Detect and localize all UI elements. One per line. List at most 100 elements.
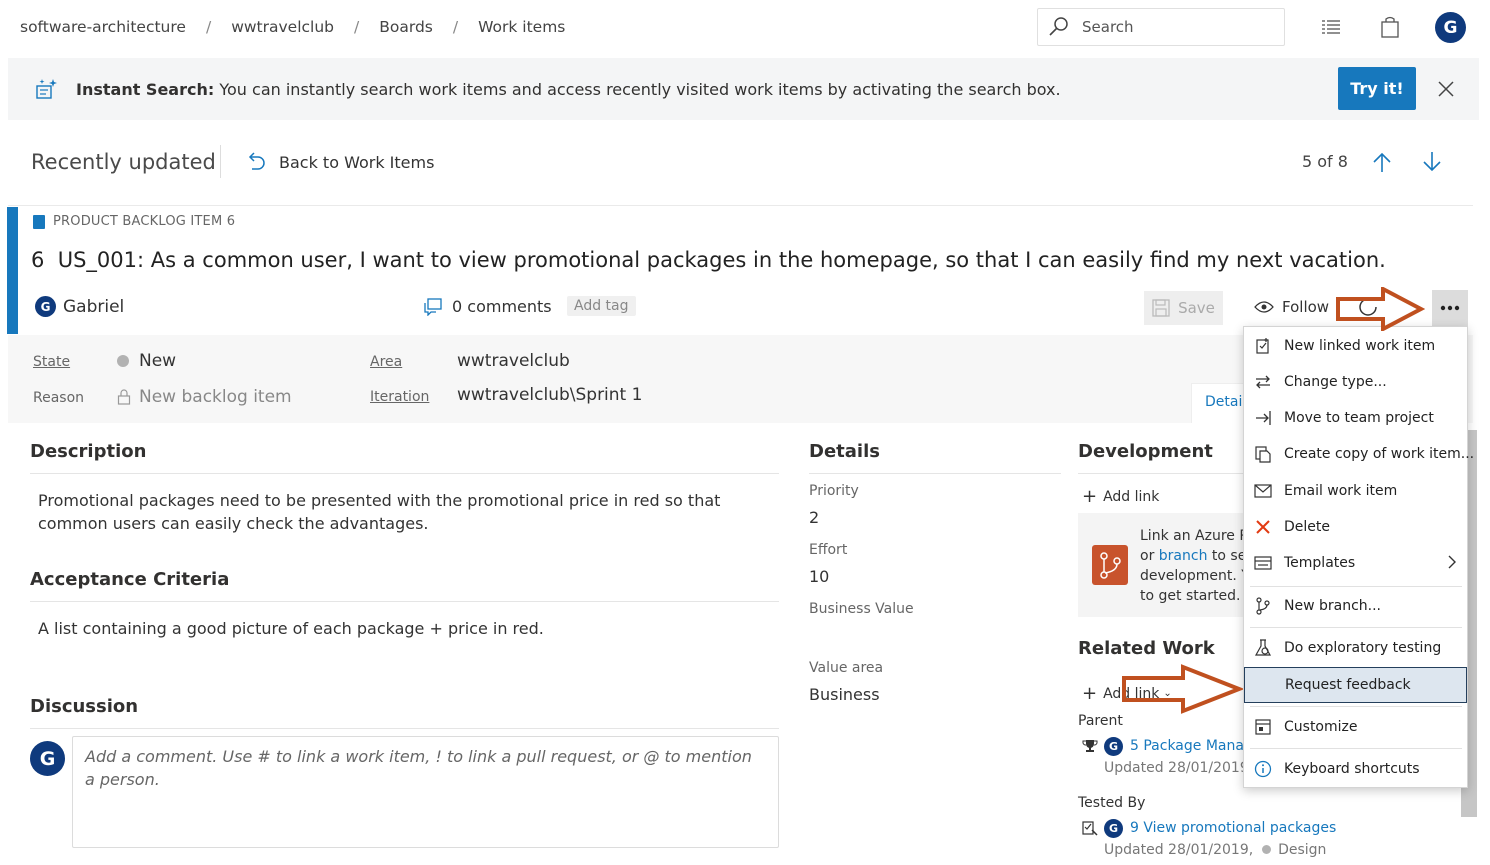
menu-item-new-branch[interactable]: New branch... <box>1244 588 1467 624</box>
arrow-down-icon[interactable] <box>1421 151 1443 173</box>
value-area-value[interactable]: Business <box>809 685 880 704</box>
description-text[interactable]: Promotional packages need to be presente… <box>38 489 778 535</box>
trophy-icon <box>1082 738 1098 758</box>
menu-item-label: Move to team project <box>1284 410 1434 426</box>
discussion-title: Discussion <box>30 696 139 717</box>
marketplace-icon[interactable] <box>1377 14 1403 40</box>
acceptance-criteria-text[interactable]: A list containing a good picture of each… <box>38 617 778 640</box>
menu-item-move-to-team-project[interactable]: Move to team project <box>1244 400 1467 436</box>
menu-divider <box>1250 627 1462 628</box>
area-value[interactable]: wwtravelclub <box>457 351 570 371</box>
menu-item-request-feedback[interactable]: Request feedback <box>1244 667 1467 703</box>
state-dot-icon <box>1261 845 1271 854</box>
user-avatar[interactable]: G <box>1435 12 1466 43</box>
development-help-text: Link an Azure R or branch to se developm… <box>1140 526 1250 606</box>
close-icon[interactable] <box>1434 77 1458 101</box>
menu-divider <box>1250 748 1462 749</box>
menu-item-label: Customize <box>1284 719 1358 735</box>
assignee[interactable]: G Gabriel <box>35 296 124 317</box>
item-position: 5 of 8 <box>1302 152 1348 171</box>
tested-by-work-item-link[interactable]: 9 View promotional packages <box>1130 820 1336 836</box>
comments-link[interactable]: 0 comments <box>423 297 552 316</box>
acceptance-criteria-title: Acceptance Criteria <box>30 569 230 590</box>
menu-item-templates[interactable]: Templates <box>1244 545 1467 581</box>
follow-button[interactable]: Follow <box>1254 298 1329 316</box>
repo-branch-icon <box>1092 545 1128 585</box>
comments-count: 0 comments <box>452 297 552 316</box>
menu-item-email-work-item[interactable]: Email work item <box>1244 473 1467 509</box>
menu-item-delete[interactable]: Delete <box>1244 509 1467 545</box>
lock-icon <box>117 389 131 409</box>
back-to-work-items-link[interactable]: Back to Work Items <box>245 151 434 173</box>
menu-item-new-linked-work-item[interactable]: New linked work item <box>1244 328 1467 364</box>
breadcrumb-boards[interactable]: Boards <box>379 18 433 36</box>
priority-value[interactable]: 2 <box>809 508 819 527</box>
chevron-right-icon <box>1447 554 1457 574</box>
sparkle-search-icon <box>34 78 58 104</box>
development-add-link[interactable]: + Add link <box>1082 486 1159 507</box>
banner-title: Instant Search: <box>76 80 215 99</box>
save-icon <box>1152 299 1170 317</box>
avatar: G <box>35 296 56 317</box>
breadcrumb-project[interactable]: software-architecture <box>20 18 186 36</box>
breadcrumb-separator: / <box>354 18 360 36</box>
work-item-type: PRODUCT BACKLOG ITEM 6 <box>33 214 235 229</box>
annotation-arrow-icon <box>1336 287 1425 331</box>
eye-icon <box>1254 301 1274 313</box>
parent-work-item-link[interactable]: 5 Package Manag <box>1130 738 1253 754</box>
menu-item-customize[interactable]: Customize <box>1244 709 1467 745</box>
delete-icon <box>1254 518 1272 536</box>
branch-link[interactable]: branch <box>1159 548 1208 564</box>
new-linked-icon <box>1254 337 1272 355</box>
related-work-title: Related Work <box>1078 638 1215 659</box>
breadcrumb: software-architecture / wwtravelclub / B… <box>20 18 565 36</box>
email-icon <box>1254 482 1272 500</box>
work-item-id: 6 <box>31 248 45 272</box>
breadcrumb-work-items[interactable]: Work items <box>478 18 565 36</box>
menu-item-change-type[interactable]: Change type... <box>1244 364 1467 400</box>
move-icon <box>1254 409 1272 427</box>
avatar: G <box>1104 737 1123 756</box>
effort-value[interactable]: 10 <box>809 567 829 586</box>
iteration-value[interactable]: wwtravelclub\Sprint 1 <box>457 385 642 405</box>
tested-by-state: Design <box>1278 842 1327 858</box>
state-value[interactable]: New <box>139 351 176 371</box>
copy-icon <box>1254 445 1272 463</box>
save-label: Save <box>1178 299 1215 317</box>
follow-label: Follow <box>1282 298 1330 316</box>
annotation-arrow-icon <box>1122 664 1243 714</box>
arrow-up-icon[interactable] <box>1371 151 1393 173</box>
change-type-icon <box>1254 373 1272 391</box>
try-it-button[interactable]: Try it! <box>1338 67 1416 110</box>
reason-value: New backlog item <box>139 387 292 407</box>
development-line-1: Link an Azure R <box>1140 528 1250 544</box>
business-value-label: Business Value <box>809 601 914 617</box>
menu-item-label: Delete <box>1284 519 1330 535</box>
search-input[interactable]: Search <box>1037 8 1285 46</box>
add-tag-button[interactable]: Add tag <box>567 296 636 316</box>
banner-message: Instant Search: You can instantly search… <box>76 80 1061 99</box>
comment-input[interactable]: Add a comment. Use # to link a work item… <box>72 736 779 848</box>
effort-label: Effort <box>809 542 848 558</box>
work-item-title-text: US_001: As a common user, I want to view… <box>57 248 1386 272</box>
development-add-link-label: Add link <box>1103 488 1160 505</box>
menu-item-exploratory-testing[interactable]: Do exploratory testing <box>1244 630 1467 666</box>
parent-label: Parent <box>1078 713 1123 729</box>
save-button[interactable]: Save <box>1144 291 1223 325</box>
development-line-3: development. Y <box>1140 568 1250 584</box>
menu-item-label: New linked work item <box>1284 338 1436 354</box>
development-line-4: to get started. <box>1140 588 1241 604</box>
breadcrumb-team[interactable]: wwtravelclub <box>231 18 334 36</box>
menu-item-create-copy[interactable]: Create copy of work item... <box>1244 436 1474 472</box>
development-line-2: or branch to se <box>1140 548 1247 564</box>
tab-details[interactable]: Detail <box>1191 383 1251 423</box>
menu-divider <box>1250 586 1462 587</box>
avatar: G <box>30 741 65 776</box>
more-actions-button[interactable] <box>1432 290 1468 326</box>
list-settings-icon[interactable] <box>1318 14 1344 40</box>
development-title: Development <box>1078 441 1213 462</box>
breadcrumb-separator: / <box>452 18 459 36</box>
menu-item-keyboard-shortcuts[interactable]: Keyboard shortcuts <box>1244 751 1467 787</box>
work-item-title[interactable]: 6 US_001: As a common user, I want to vi… <box>31 248 1386 272</box>
menu-item-label: Templates <box>1284 555 1356 571</box>
